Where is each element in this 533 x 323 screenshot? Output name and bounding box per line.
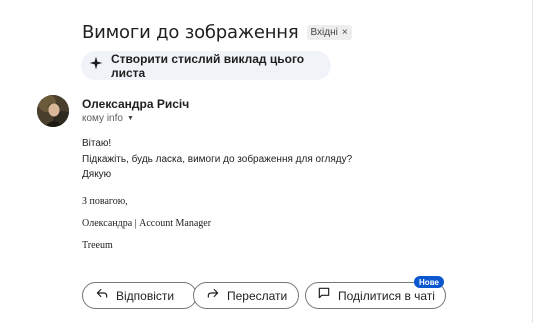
sender-avatar[interactable] xyxy=(37,95,69,127)
email-subject: Вимоги до зображення xyxy=(82,22,299,43)
forward-label: Переслати xyxy=(227,288,288,303)
caret-down-icon: ▼ xyxy=(126,115,134,122)
forward-arrow-icon xyxy=(206,286,220,305)
sender-name[interactable]: Олександра Рисіч xyxy=(82,97,189,111)
recipient-details-toggle[interactable]: кому info ▼ xyxy=(82,113,134,124)
summarize-email-button[interactable]: Створити стислий виклад цього листа xyxy=(81,51,331,80)
body-line-thanks: Дякую xyxy=(82,169,112,180)
body-line-request: Підкажіть, будь ласка, вимоги до зображе… xyxy=(82,153,353,165)
reply-button[interactable]: Відповісти xyxy=(82,282,197,309)
remove-label-button[interactable]: × xyxy=(342,27,348,38)
share-in-chat-label: Поділитися в чаті xyxy=(338,288,435,303)
reply-arrow-icon xyxy=(95,286,109,305)
signature-greeting: З повагою, xyxy=(82,196,128,207)
email-body: Вітаю! Підкажіть, будь ласка, вимоги до … xyxy=(82,136,352,183)
reply-label: Відповісти xyxy=(116,288,175,303)
label-chip-text: Вхідні xyxy=(310,26,338,38)
body-line-greeting: Вітаю! xyxy=(82,138,112,149)
summarize-email-label: Створити стислий виклад цього листа xyxy=(111,51,305,80)
sparkle-icon xyxy=(89,56,103,75)
new-feature-badge: Нове xyxy=(414,276,444,288)
subject-row: Вимоги до зображення Вхідні × xyxy=(82,22,352,43)
recipient-line: кому info xyxy=(82,113,123,124)
label-chip-inbox: Вхідні × xyxy=(306,25,352,40)
chat-bubble-icon xyxy=(317,286,331,305)
forward-button[interactable]: Переслати xyxy=(193,282,299,309)
signature-company: Treeum xyxy=(82,240,113,251)
signature-name-title: Олександра | Account Manager xyxy=(82,218,212,229)
